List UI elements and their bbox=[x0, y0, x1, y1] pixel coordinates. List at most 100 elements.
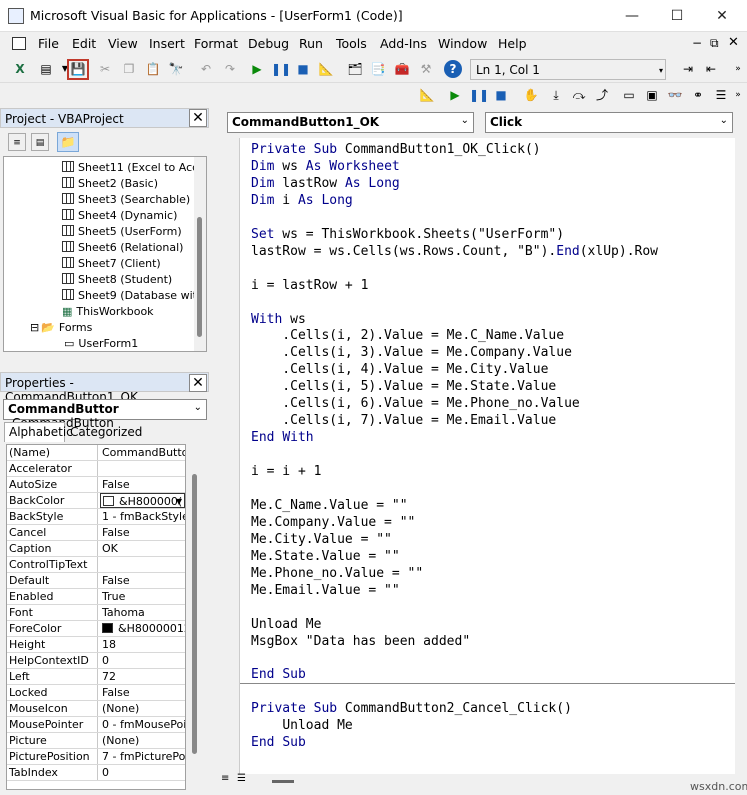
property-value[interactable]: 72 bbox=[100, 669, 185, 684]
property-value[interactable]: &H80000012& bbox=[100, 621, 185, 636]
break-icon[interactable]: ❚❚ bbox=[271, 60, 291, 78]
close-button[interactable]: ✕ bbox=[700, 4, 744, 28]
tab-alphabetic[interactable]: Alphabetic bbox=[4, 422, 73, 442]
code-line[interactable]: Dim lastRow As Long bbox=[251, 175, 400, 192]
code-line[interactable]: Me.C_Name.Value = "" bbox=[251, 497, 408, 514]
save-icon[interactable]: 💾 bbox=[67, 59, 89, 80]
menu-file[interactable]: File bbox=[38, 36, 59, 51]
code-line[interactable]: Unload Me bbox=[251, 717, 352, 734]
paste-icon[interactable]: 📋 bbox=[144, 60, 162, 78]
reset-icon[interactable]: ■ bbox=[294, 60, 312, 78]
property-value[interactable]: 1 - fmBackStyleOp bbox=[100, 509, 185, 524]
property-value[interactable]: 0 bbox=[100, 653, 185, 668]
property-row[interactable]: BackColor &H800000(▼ bbox=[7, 493, 185, 509]
property-row[interactable]: BackStyle1 - fmBackStyleOp bbox=[7, 509, 185, 525]
code-horizontal-scrollbar[interactable]: ≡ ☰ bbox=[217, 773, 747, 788]
code-line[interactable]: .Cells(i, 6).Value = Me.Phone_no.Value bbox=[251, 395, 579, 412]
property-value[interactable]: (None) bbox=[100, 701, 185, 716]
code-line[interactable]: Me.Email.Value = "" bbox=[251, 582, 400, 599]
code-line[interactable]: With ws bbox=[251, 311, 306, 328]
code-line[interactable]: Me.Phone_no.Value = "" bbox=[251, 565, 423, 582]
property-row[interactable]: Height 18 bbox=[7, 637, 185, 653]
help-icon[interactable]: ? bbox=[444, 60, 462, 78]
menu-window[interactable]: Window bbox=[438, 36, 487, 51]
code-line[interactable]: Dim ws As Worksheet bbox=[251, 158, 400, 175]
tree-item-sheet5[interactable]: Sheet5 (UserForm) bbox=[62, 225, 182, 241]
menu-tools[interactable]: Tools bbox=[336, 36, 367, 51]
property-value[interactable]: 0 bbox=[100, 765, 185, 780]
tab-categorized[interactable]: Categorized bbox=[66, 423, 146, 442]
property-row[interactable]: Caption OK bbox=[7, 541, 185, 557]
property-row[interactable]: AutoSize False bbox=[7, 477, 185, 493]
code-line[interactable]: lastRow = ws.Cells(ws.Rows.Count, "B").E… bbox=[251, 243, 658, 260]
run-icon[interactable]: ▶ bbox=[248, 60, 266, 78]
tree-item-sheet9[interactable]: Sheet9 (Database with bbox=[62, 289, 204, 305]
minimize-button[interactable]: — bbox=[610, 4, 654, 28]
code-line[interactable]: .Cells(i, 4).Value = Me.City.Value bbox=[251, 361, 548, 378]
scrollbar-thumb[interactable] bbox=[272, 780, 294, 783]
maximize-button[interactable]: ☐ bbox=[655, 4, 699, 28]
locals-window-icon[interactable]: ▭ bbox=[620, 86, 638, 104]
properties-scrollbar[interactable] bbox=[189, 444, 201, 790]
full-module-view-icon[interactable]: ☰ bbox=[237, 773, 246, 784]
code-editor[interactable]: Private Sub CommandButton1_OK_Click() Dim… bbox=[240, 138, 735, 774]
menu-insert[interactable]: Insert bbox=[149, 36, 185, 51]
property-value[interactable] bbox=[100, 557, 185, 572]
code-line[interactable]: Me.City.Value = "" bbox=[251, 531, 392, 548]
copy-icon[interactable]: ❐ bbox=[120, 60, 138, 78]
property-row[interactable]: Default False bbox=[7, 573, 185, 589]
property-value[interactable]: 7 - fmPicturePositi bbox=[100, 749, 185, 764]
property-row[interactable]: TabIndex 0 bbox=[7, 765, 185, 781]
find-icon[interactable]: 🔭 bbox=[167, 60, 185, 78]
scrollbar-thumb[interactable] bbox=[192, 474, 197, 754]
code-line[interactable]: .Cells(i, 3).Value = Me.Company.Value bbox=[251, 344, 572, 361]
toolbar-overflow-icon-2[interactable]: » bbox=[733, 60, 743, 78]
code-line[interactable]: Me.Company.Value = "" bbox=[251, 514, 415, 531]
toolbox-icon[interactable]: ⚒ bbox=[417, 60, 435, 78]
property-row[interactable]: Locked False bbox=[7, 685, 185, 701]
property-row[interactable]: Font Tahoma bbox=[7, 605, 185, 621]
properties-window-icon[interactable]: 📑 bbox=[369, 60, 387, 78]
view-object-icon[interactable]: ▤ bbox=[31, 133, 49, 151]
tree-item-userform1[interactable]: ▭ UserForm1 bbox=[64, 337, 138, 351]
code-line[interactable]: End Sub bbox=[251, 666, 306, 683]
property-row[interactable]: ForeColor&H80000012& bbox=[7, 621, 185, 637]
procedure-combo[interactable]: Click ⌄ bbox=[485, 112, 733, 133]
property-row[interactable]: Cancel False bbox=[7, 525, 185, 541]
toggle-breakpoint-icon[interactable]: ✋ bbox=[522, 86, 540, 104]
property-value[interactable]: False bbox=[100, 525, 185, 540]
project-close-icon[interactable]: ✕ bbox=[189, 109, 207, 127]
menu-format[interactable]: Format bbox=[194, 36, 238, 51]
outdent-icon[interactable]: ⇤ bbox=[702, 60, 720, 78]
code-vertical-scrollbar[interactable] bbox=[735, 138, 747, 774]
tree-item-sheet6[interactable]: Sheet6 (Relational) bbox=[62, 241, 183, 257]
property-value[interactable]: CommandButton1 bbox=[100, 445, 185, 460]
code-line[interactable]: i = i + 1 bbox=[251, 463, 321, 480]
quick-watch-icon[interactable]: ⚭ bbox=[689, 86, 707, 104]
menu-addins[interactable]: Add-Ins bbox=[380, 36, 427, 51]
tree-item-thisworkbook[interactable]: ▦ ThisWorkbook bbox=[62, 305, 154, 321]
indent-icon[interactable]: ⇥ bbox=[679, 60, 697, 78]
mdi-close-button[interactable]: ✕ bbox=[728, 35, 739, 50]
code-line[interactable]: Set ws = ThisWorkbook.Sheets("UserForm") bbox=[251, 226, 564, 243]
property-row[interactable]: MouseIcon (None) bbox=[7, 701, 185, 717]
scrollbar-thumb[interactable] bbox=[197, 217, 202, 337]
property-value[interactable]: 0 - fmMousePointe bbox=[100, 717, 185, 732]
break-icon-2[interactable]: ❚❚ bbox=[469, 86, 489, 104]
code-line[interactable]: Dim i As Long bbox=[251, 192, 353, 209]
excel-icon[interactable]: X bbox=[11, 60, 29, 78]
property-value[interactable]: False bbox=[100, 685, 185, 700]
toggle-folders-icon[interactable]: 📁 bbox=[57, 132, 79, 152]
object-combo[interactable]: CommandButton1_OK ⌄ bbox=[227, 112, 474, 133]
code-margin[interactable] bbox=[217, 138, 240, 774]
immediate-window-icon[interactable]: ▣ bbox=[643, 86, 661, 104]
view-code-icon[interactable]: ≡ bbox=[8, 133, 26, 151]
property-row[interactable]: HelpContextID 0 bbox=[7, 653, 185, 669]
tree-item-sheet4[interactable]: Sheet4 (Dynamic) bbox=[62, 209, 177, 225]
code-line[interactable]: MsgBox "Data has been added" bbox=[251, 633, 470, 650]
toolbar-overflow-icon[interactable]: ▾ bbox=[656, 62, 666, 80]
property-row[interactable]: (Name)CommandButton1 bbox=[7, 445, 185, 461]
code-line[interactable]: Me.State.Value = "" bbox=[251, 548, 400, 565]
toolbar-overflow-icon-3[interactable]: » bbox=[733, 86, 743, 104]
property-value[interactable]: 18 bbox=[100, 637, 185, 652]
